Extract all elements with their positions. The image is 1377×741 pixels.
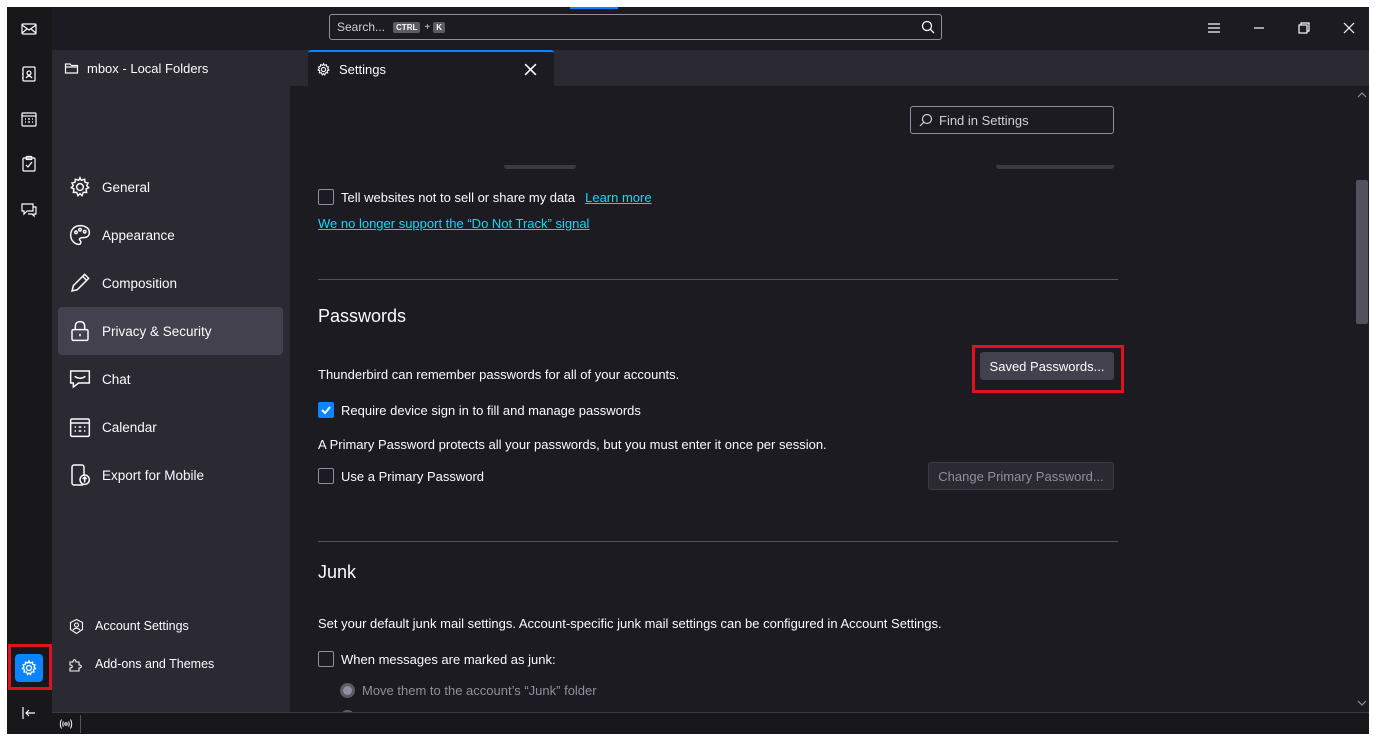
require-signin-label: Require device sign in to fill and manag… bbox=[341, 402, 641, 418]
category-label: Export for Mobile bbox=[102, 467, 205, 483]
chat-icon bbox=[69, 370, 91, 389]
gear-icon bbox=[70, 176, 90, 197]
scrollbar[interactable] bbox=[1355, 86, 1369, 712]
status-bar bbox=[52, 712, 1369, 734]
search-icon[interactable] bbox=[921, 20, 935, 34]
when-marked-checkbox[interactable] bbox=[318, 651, 334, 667]
dnt-row: We no longer support the “Do Not Track” … bbox=[318, 216, 589, 231]
pencil-icon bbox=[70, 273, 90, 293]
menu-icon[interactable] bbox=[1204, 18, 1224, 38]
kbd-plus: + bbox=[424, 21, 431, 33]
category-composition[interactable]: Composition bbox=[58, 259, 283, 307]
gear-icon bbox=[317, 61, 330, 76]
category-appearance[interactable]: Appearance bbox=[58, 211, 283, 259]
mobile-export-icon bbox=[71, 464, 91, 486]
search-icon bbox=[919, 113, 933, 127]
tab-bar: mbox - Local Folders Settings bbox=[52, 50, 1369, 86]
mail-icon[interactable] bbox=[15, 15, 43, 43]
when-marked-row: When messages are marked as junk: bbox=[318, 651, 556, 667]
require-signin-row: Require device sign in to fill and manag… bbox=[318, 402, 641, 418]
category-general[interactable]: General bbox=[58, 163, 283, 211]
calendar-icon[interactable] bbox=[15, 105, 43, 133]
use-primary-row: Use a Primary Password bbox=[318, 468, 484, 484]
find-in-settings-input[interactable]: Find in Settings bbox=[910, 106, 1114, 134]
thunderbird-window: Search... CTRL + K mbox - Local Folders … bbox=[7, 7, 1369, 734]
collapse-left-icon[interactable] bbox=[15, 699, 43, 727]
junk-description: Set your default junk mail settings. Acc… bbox=[318, 616, 942, 631]
move-junk-row: Move them to the account’s “Junk” folder bbox=[340, 683, 597, 698]
passwords-heading: Passwords bbox=[318, 306, 407, 326]
scroll-up-icon[interactable] bbox=[1357, 90, 1367, 100]
tab-label: mbox - Local Folders bbox=[87, 60, 209, 76]
puzzle-icon bbox=[69, 658, 82, 672]
scrollbar-thumb[interactable] bbox=[1356, 180, 1368, 324]
global-search-input[interactable]: Search... CTRL + K bbox=[329, 14, 942, 40]
learn-more-link[interactable]: Learn more bbox=[585, 190, 651, 205]
chat-icon[interactable] bbox=[15, 195, 43, 223]
tab-mbox-local-folders[interactable]: mbox - Local Folders bbox=[64, 50, 208, 86]
close-icon[interactable] bbox=[523, 62, 538, 77]
dont-sell-checkbox[interactable] bbox=[318, 189, 334, 205]
addons-themes-link[interactable]: Add-ons and Themes bbox=[68, 652, 214, 676]
remember-text: Thunderbird can remember passwords for a… bbox=[318, 367, 680, 382]
category-calendar[interactable]: Calendar bbox=[58, 403, 283, 451]
partially-visible-button[interactable] bbox=[504, 165, 576, 169]
partially-visible-button[interactable] bbox=[996, 165, 1114, 169]
change-primary-password-button[interactable]: Change Primary Password... bbox=[928, 462, 1114, 490]
settings-main-pane: Find in Settings Tell websites not to se… bbox=[290, 86, 1369, 712]
dnt-link[interactable]: We no longer support the “Do Not Track” … bbox=[318, 216, 589, 231]
move-junk-label: Move them to the account’s “Junk” folder bbox=[362, 683, 597, 698]
tasks-icon[interactable] bbox=[15, 150, 43, 178]
close-window-icon[interactable] bbox=[1339, 18, 1359, 38]
find-placeholder: Find in Settings bbox=[939, 112, 1029, 128]
category-label: Calendar bbox=[102, 419, 157, 435]
kbd-k: K bbox=[433, 21, 445, 33]
require-signin-checkbox[interactable] bbox=[318, 402, 334, 418]
minimize-icon[interactable] bbox=[1249, 18, 1269, 38]
tab-settings[interactable]: Settings bbox=[308, 50, 554, 86]
palette-icon bbox=[69, 224, 91, 246]
category-privacy-security[interactable]: Privacy & Security bbox=[58, 307, 283, 355]
account-settings-label: Account Settings bbox=[95, 619, 189, 633]
saved-passwords-button[interactable]: Saved Passwords... bbox=[980, 352, 1114, 380]
account-settings-link[interactable]: Account Settings bbox=[68, 614, 189, 638]
lock-icon bbox=[71, 320, 89, 342]
spaces-toolbar bbox=[7, 7, 52, 734]
category-label: Chat bbox=[102, 371, 131, 387]
address-book-icon[interactable] bbox=[15, 60, 43, 88]
section-divider bbox=[318, 279, 1118, 280]
junk-heading: Junk bbox=[318, 562, 357, 582]
category-label: Privacy & Security bbox=[102, 323, 212, 339]
checkmark-icon bbox=[321, 406, 331, 415]
dont-sell-label: Tell websites not to sell or share my da… bbox=[341, 189, 576, 205]
status-divider bbox=[80, 715, 81, 733]
gear-icon[interactable] bbox=[15, 654, 43, 682]
calendar-icon bbox=[69, 418, 91, 438]
restore-icon[interactable] bbox=[1294, 18, 1314, 38]
titlebar-accent bbox=[570, 7, 618, 9]
use-primary-label: Use a Primary Password bbox=[341, 468, 485, 484]
folder-icon bbox=[64, 62, 79, 74]
dont-sell-row: Tell websites not to sell or share my da… bbox=[318, 189, 652, 205]
category-chat[interactable]: Chat bbox=[58, 355, 283, 403]
search-placeholder: Search... bbox=[337, 20, 386, 34]
category-label: Appearance bbox=[102, 227, 175, 243]
category-label: General bbox=[102, 179, 151, 195]
settings-sidebar: General Appearance Composition Privacy &… bbox=[52, 86, 290, 712]
section-divider bbox=[318, 541, 1118, 542]
account-settings-icon bbox=[69, 618, 84, 634]
scroll-down-icon[interactable] bbox=[1357, 698, 1367, 708]
use-primary-checkbox[interactable] bbox=[318, 468, 334, 484]
tab-label: Settings bbox=[339, 61, 386, 77]
category-export-mobile[interactable]: Export for Mobile bbox=[58, 451, 283, 499]
kbd-ctrl: CTRL bbox=[393, 21, 421, 33]
addons-label: Add-ons and Themes bbox=[95, 657, 215, 671]
category-label: Composition bbox=[102, 275, 178, 291]
online-status-icon[interactable] bbox=[58, 716, 74, 732]
primary-info-text: A Primary Password protects all your pas… bbox=[318, 437, 827, 452]
title-bar: Search... CTRL + K bbox=[52, 7, 1369, 50]
move-junk-radio[interactable] bbox=[340, 683, 355, 698]
when-marked-label: When messages are marked as junk: bbox=[341, 651, 556, 667]
